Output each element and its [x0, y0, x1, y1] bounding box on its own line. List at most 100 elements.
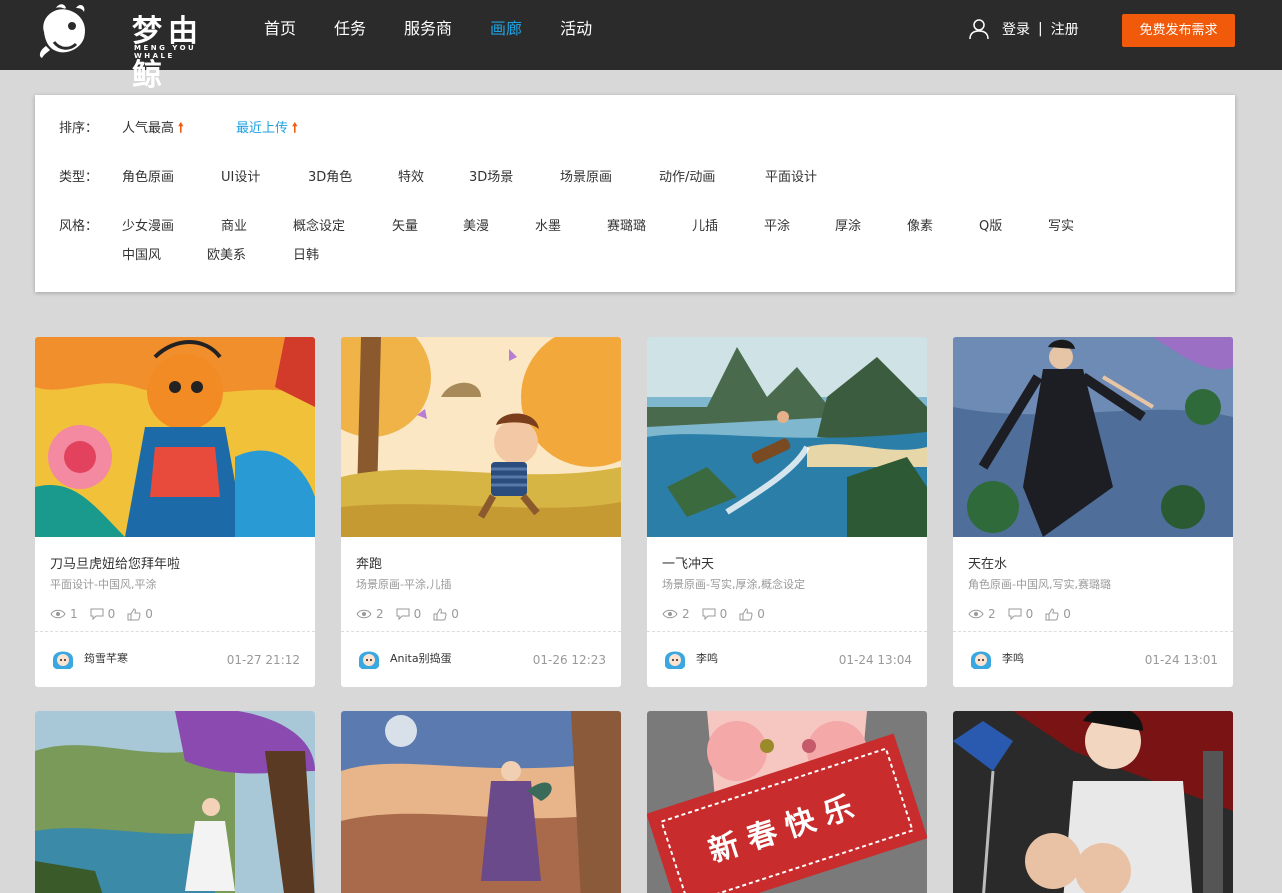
thumbs-up-icon [1045, 607, 1059, 620]
eye-icon [50, 609, 66, 619]
style-option[interactable]: 中国风 [122, 244, 161, 263]
likes-stat[interactable]: 0 [433, 607, 459, 621]
avatar[interactable] [356, 645, 382, 671]
author-name[interactable]: 李鸣 [1002, 650, 1024, 666]
card-divider [953, 631, 1233, 632]
likes-count: 0 [145, 607, 153, 621]
site-logo[interactable]: 梦由鲸 MENG YOU WHALE [36, 2, 226, 93]
type-option[interactable]: UI设计 [221, 166, 260, 185]
likes-count: 0 [1063, 607, 1071, 621]
artwork-card[interactable]: 一飞冲天 场景原画-写实,厚涂,概念设定 2 0 0 李鸣 01-24 13:0… [647, 337, 927, 687]
views-stat: 2 [968, 607, 996, 621]
top-header: 梦由鲸 MENG YOU WHALE 首页 任务 服务商 画廊 活动 登录 | … [0, 0, 1282, 93]
views-count: 2 [988, 607, 996, 621]
style-option[interactable]: 厚涂 [835, 215, 861, 234]
type-option[interactable]: 3D场景 [469, 166, 513, 185]
style-option[interactable]: 少女漫画 [122, 215, 174, 234]
artwork-author[interactable]: 李鸣 [662, 645, 718, 671]
artwork-card[interactable] [341, 711, 621, 893]
style-option[interactable]: 矢量 [392, 215, 418, 234]
style-option[interactable]: 欧美系 [207, 244, 246, 263]
nav-tasks[interactable]: 任务 [334, 18, 366, 40]
artwork-thumbnail[interactable] [953, 337, 1233, 537]
views-stat: 2 [662, 607, 690, 621]
type-option[interactable]: 动作/动画 [659, 166, 715, 185]
artwork-title[interactable]: 一飞冲天 [662, 553, 714, 572]
nav-home[interactable]: 首页 [264, 18, 296, 40]
artwork-card[interactable] [35, 711, 315, 893]
artwork-title[interactable]: 刀马旦虎妞给您拜年啦 [50, 553, 180, 572]
style-option[interactable]: 平涂 [764, 215, 790, 234]
artwork-stats: 2 0 0 [662, 607, 777, 621]
style-label: 风格： [59, 219, 99, 234]
artwork-card[interactable]: 天在水 角色原画-中国风,写实,赛璐璐 2 0 0 李鸣 01-24 13:01 [953, 337, 1233, 687]
likes-count: 0 [757, 607, 765, 621]
style-option[interactable]: 概念设定 [293, 215, 345, 234]
artwork-title[interactable]: 奔跑 [356, 553, 382, 572]
likes-count: 0 [451, 607, 459, 621]
eye-icon [968, 609, 984, 619]
type-label: 类型： [59, 170, 99, 185]
upload-date: 01-26 12:23 [532, 653, 606, 667]
type-option[interactable]: 3D角色 [308, 166, 352, 185]
views-count: 2 [682, 607, 690, 621]
artwork-title[interactable]: 天在水 [968, 553, 1007, 572]
artwork-author[interactable]: 筠雪芊寒 [50, 645, 128, 671]
artwork-card[interactable] [953, 711, 1233, 893]
sort-popular[interactable]: 人气最高 🠕 [122, 117, 184, 141]
author-name[interactable]: Anita别捣蛋 [390, 650, 452, 666]
login-link[interactable]: 登录 [1002, 19, 1030, 39]
style-option[interactable]: 像素 [907, 215, 933, 234]
artwork-thumbnail[interactable] [35, 711, 315, 893]
artwork-thumbnail[interactable] [647, 337, 927, 537]
likes-stat[interactable]: 0 [127, 607, 153, 621]
style-option[interactable]: 水墨 [535, 215, 561, 234]
publish-request-button[interactable]: 免费发布需求 [1122, 14, 1235, 47]
comments-count: 0 [413, 607, 422, 621]
whale-logo-icon [39, 4, 86, 58]
author-name[interactable]: 李鸣 [696, 650, 718, 666]
style-option[interactable]: 美漫 [463, 215, 489, 234]
type-option[interactable]: 平面设计 [765, 166, 817, 185]
type-option[interactable]: 角色原画 [122, 166, 174, 185]
style-option[interactable]: 儿插 [692, 215, 718, 234]
avatar[interactable] [662, 645, 688, 671]
style-option[interactable]: 写实 [1048, 215, 1074, 234]
artwork-thumbnail[interactable] [341, 711, 621, 893]
artwork-thumbnail[interactable] [35, 337, 315, 537]
artwork-author[interactable]: 李鸣 [968, 645, 1024, 671]
artwork-card[interactable]: 刀马旦虎妞给您拜年啦 平面设计-中国风,平涂 1 0 0 筠雪芊寒 01-27 … [35, 337, 315, 687]
artwork-author[interactable]: Anita别捣蛋 [356, 645, 452, 671]
artwork-thumbnail[interactable] [341, 337, 621, 537]
author-name[interactable]: 筠雪芊寒 [84, 650, 128, 666]
style-option[interactable]: 日韩 [293, 244, 319, 263]
sort-recent[interactable]: 最近上传 🠕 [236, 117, 298, 141]
artwork-card[interactable] [647, 711, 927, 893]
upload-date: 01-24 13:01 [1144, 653, 1218, 667]
eye-icon [356, 609, 372, 619]
artwork-tags: 场景原画-平涂,儿插 [356, 578, 452, 591]
comments-stat: 0 [90, 607, 115, 621]
avatar[interactable] [50, 645, 76, 671]
style-option[interactable]: 商业 [221, 215, 247, 234]
likes-stat[interactable]: 0 [1045, 607, 1071, 621]
type-option[interactable]: 场景原画 [560, 166, 612, 185]
comment-icon [90, 608, 104, 620]
nav-providers[interactable]: 服务商 [404, 18, 452, 40]
likes-stat[interactable]: 0 [739, 607, 765, 621]
nav-events[interactable]: 活动 [560, 18, 592, 40]
artwork-card[interactable]: 奔跑 场景原画-平涂,儿插 2 0 0 Anita别捣蛋 01-26 12:23 [341, 337, 621, 687]
comment-icon [1008, 608, 1022, 620]
style-option[interactable]: Q版 [979, 215, 1002, 234]
user-icon [969, 19, 989, 40]
artwork-tags: 平面设计-中国风,平涂 [50, 578, 157, 591]
avatar[interactable] [968, 645, 994, 671]
artwork-thumbnail[interactable] [647, 711, 927, 893]
comments-stat: 0 [1008, 607, 1033, 621]
type-option[interactable]: 特效 [398, 166, 424, 185]
style-option[interactable]: 赛璐璐 [607, 215, 646, 234]
artwork-thumbnail[interactable] [953, 711, 1233, 893]
views-stat: 1 [50, 607, 78, 621]
nav-gallery[interactable]: 画廊 [490, 18, 522, 40]
register-link[interactable]: 注册 [1051, 19, 1079, 39]
